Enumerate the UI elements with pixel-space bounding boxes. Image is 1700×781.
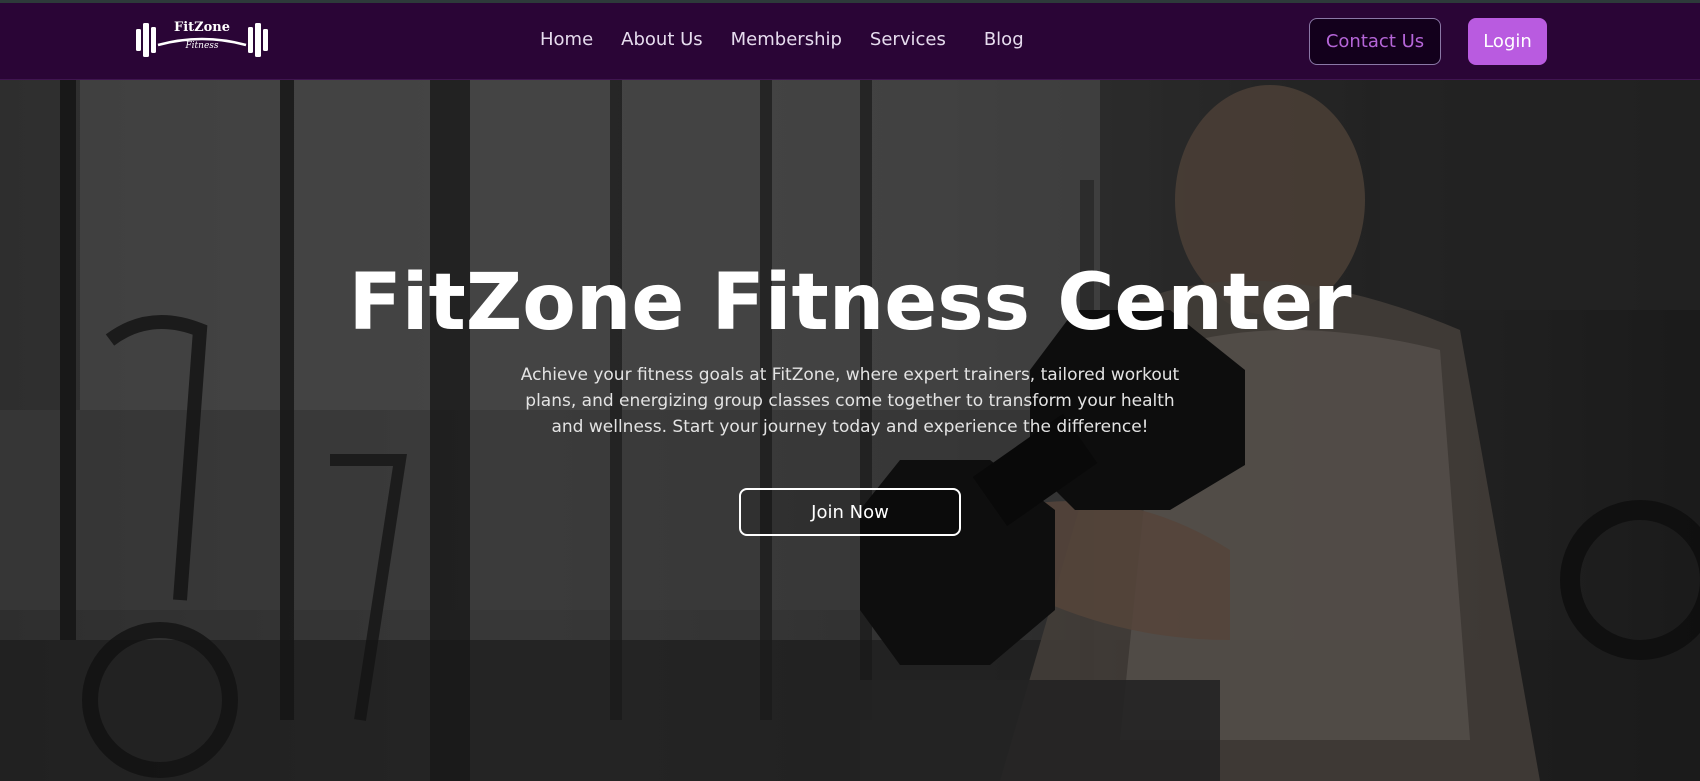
hero-section: FitZone Fitness Center Achieve your fitn…: [0, 80, 1700, 781]
nav-link-about-us[interactable]: About Us: [621, 29, 703, 50]
navbar: FitZone Fitness Home About Us Membership…: [0, 3, 1700, 80]
hero-description: Achieve your fitness goals at FitZone, w…: [520, 365, 1180, 437]
logo-name: FitZone: [174, 20, 230, 35]
nav-link-blog[interactable]: Blog: [984, 29, 1024, 50]
nav-link-membership[interactable]: Membership: [731, 29, 842, 50]
logo-tagline: Fitness: [184, 41, 218, 51]
main-nav: Home About Us Membership Services Blog: [540, 29, 1052, 50]
login-button[interactable]: Login: [1468, 18, 1547, 65]
contact-us-button[interactable]: Contact Us: [1309, 18, 1441, 65]
nav-link-services[interactable]: Services: [870, 29, 946, 50]
hero-title: FitZone Fitness Center: [348, 258, 1352, 348]
nav-link-home[interactable]: Home: [540, 29, 593, 50]
logo[interactable]: FitZone Fitness: [134, 15, 270, 63]
join-now-button[interactable]: Join Now: [739, 488, 961, 536]
barbell-logo-icon: FitZone Fitness: [136, 20, 268, 57]
